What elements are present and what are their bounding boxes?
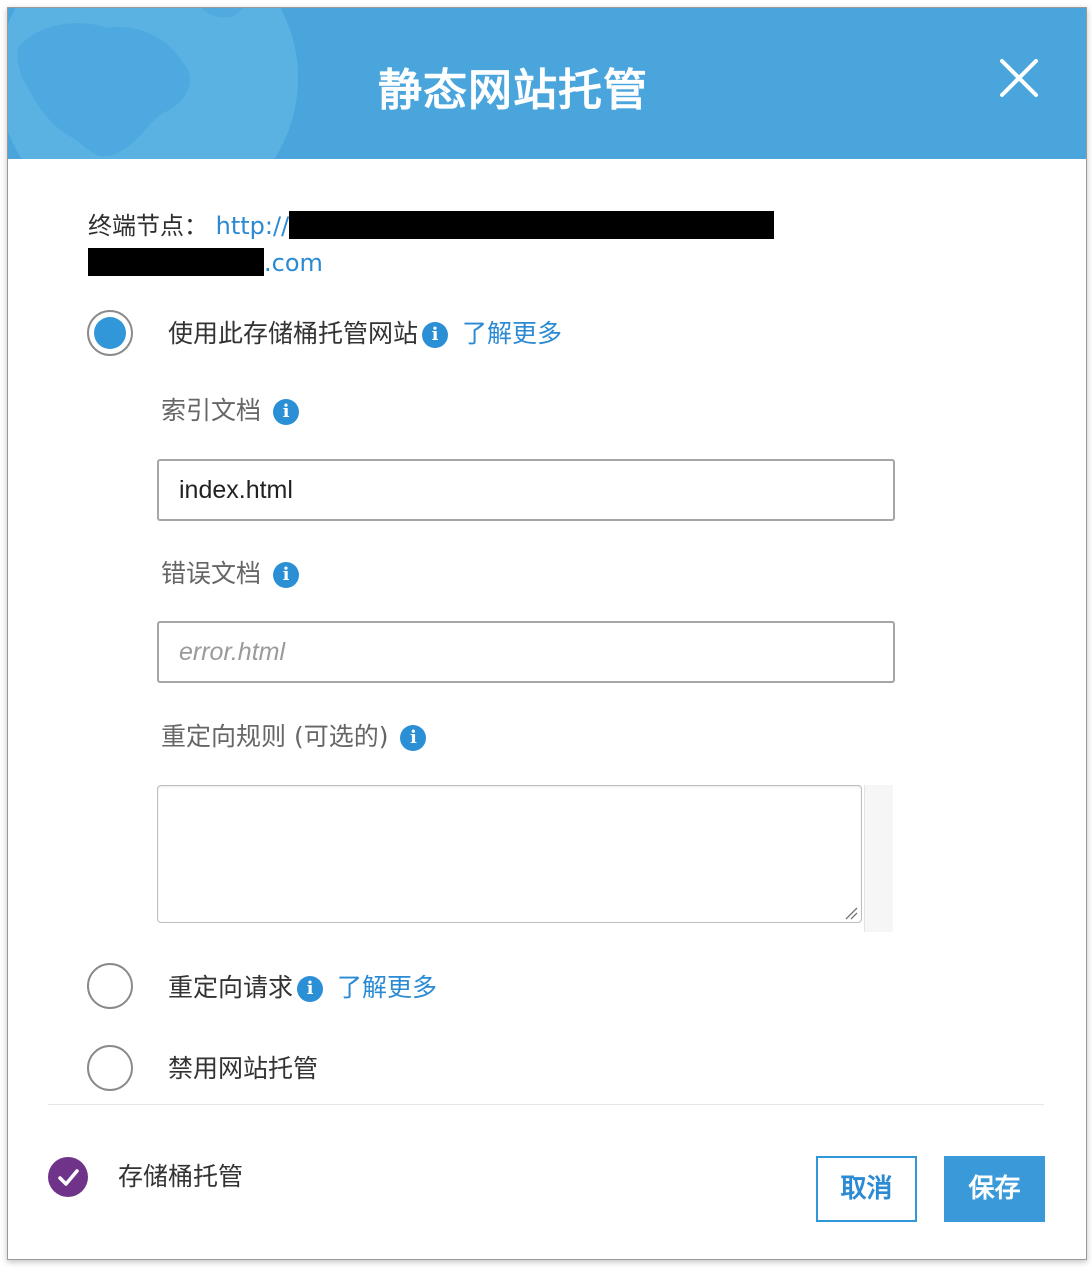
save-button[interactable]: 保存 xyxy=(944,1156,1045,1222)
check-icon xyxy=(48,1157,88,1197)
checkmark-icon xyxy=(58,1169,79,1186)
endpoint-label: 终端节点： xyxy=(88,212,208,240)
endpoint-url-prefix[interactable]: http:// xyxy=(216,212,290,240)
close-icon xyxy=(1000,59,1038,97)
option-label: 重定向请求 xyxy=(168,973,294,1002)
learn-more-link[interactable]: 了解更多 xyxy=(462,319,562,348)
cancel-button[interactable]: 取消 xyxy=(816,1156,917,1222)
error-document-input[interactable] xyxy=(157,621,895,683)
field-label-text: 索引文档 xyxy=(161,396,262,425)
option-label: 使用此存储桶托管网站 xyxy=(168,319,419,348)
option-use-bucket-hosting: 使用此存储桶托管网站 i 了解更多 xyxy=(168,314,562,350)
radio-disable-hosting[interactable] xyxy=(87,1045,133,1091)
info-icon[interactable]: i xyxy=(400,725,427,751)
index-document-input[interactable] xyxy=(157,459,895,521)
index-document-label: 索引文档 i xyxy=(161,391,300,427)
dialog-header: 静态网站托管 xyxy=(8,8,1086,159)
field-label-text: 重定向规则 (可选的) xyxy=(161,722,389,751)
option-redirect-requests: 重定向请求 i 了解更多 xyxy=(168,968,437,1004)
error-document-label: 错误文档 i xyxy=(161,554,300,590)
redacted-block xyxy=(88,248,264,276)
static-website-hosting-dialog: 静态网站托管 终端节点： http:// .com 使用此存储桶托管网站 i 了解更… xyxy=(7,7,1087,1260)
redirect-rules-label: 重定向规则 (可选的) i xyxy=(161,717,427,753)
resize-grip-icon[interactable] xyxy=(844,906,858,920)
learn-more-link[interactable]: 了解更多 xyxy=(337,973,437,1002)
radio-redirect-requests[interactable] xyxy=(87,963,133,1009)
info-icon[interactable]: i xyxy=(273,562,300,588)
footer-divider xyxy=(48,1104,1044,1105)
dialog-title: 静态网站托管 xyxy=(378,65,648,116)
info-icon[interactable]: i xyxy=(422,322,449,348)
redacted-block xyxy=(289,211,775,239)
bucket-hosting-status-label: 存储桶托管 xyxy=(118,1162,244,1191)
option-disable-hosting: 禁用网站托管 xyxy=(168,1049,318,1085)
close-button[interactable] xyxy=(994,53,1044,103)
redirect-rules-textarea[interactable] xyxy=(157,785,862,923)
info-icon[interactable]: i xyxy=(297,976,324,1002)
radio-use-bucket-hosting[interactable] xyxy=(87,310,133,356)
endpoint-url-suffix[interactable]: .com xyxy=(264,249,323,277)
info-icon[interactable]: i xyxy=(273,399,300,425)
option-label: 禁用网站托管 xyxy=(168,1054,319,1083)
scrollbar-track[interactable] xyxy=(864,785,893,932)
field-label-text: 错误文档 xyxy=(161,559,262,588)
endpoint-row: 终端节点： http:// .com xyxy=(88,208,888,282)
